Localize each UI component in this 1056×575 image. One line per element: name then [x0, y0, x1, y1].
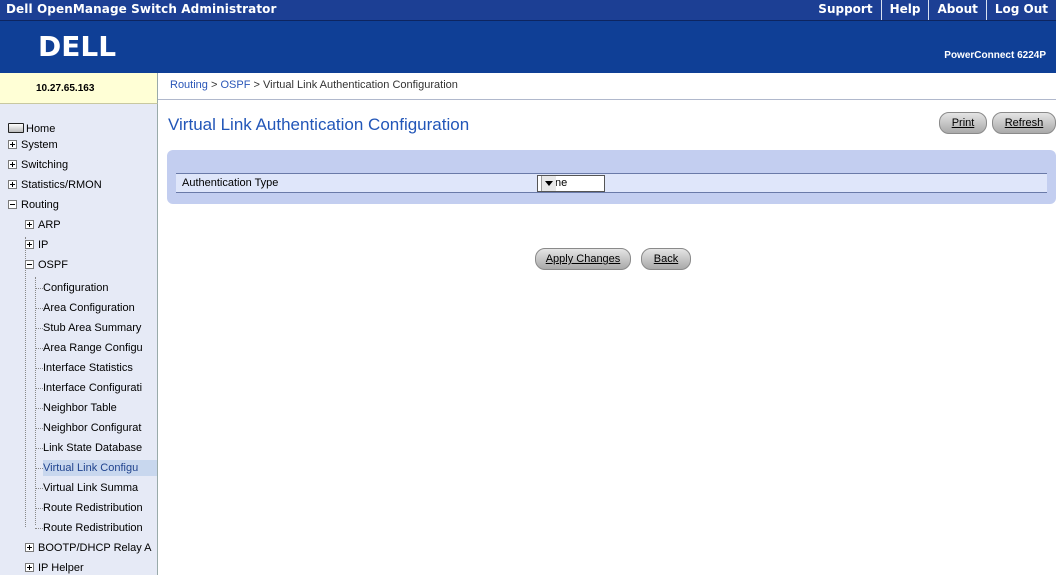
- sidebar-item-route-redistribution-2[interactable]: Route Redistribution: [43, 520, 143, 536]
- logout-link[interactable]: Log Out: [985, 0, 1056, 20]
- sidebar-item-virtual-link-configuration[interactable]: Virtual Link Configu: [43, 460, 157, 476]
- breadcrumb-routing[interactable]: Routing: [170, 79, 208, 91]
- sidebar-item-label: Switching: [21, 159, 69, 171]
- sidebar-item-label: ARP: [38, 219, 61, 231]
- sidebar-item-interface-statistics[interactable]: Interface Statistics: [43, 360, 133, 376]
- ip-address-box: 10.27.65.163: [0, 73, 158, 104]
- dell-logo: DELL: [38, 30, 116, 63]
- sidebar-item-route-redistribution[interactable]: Route Redistribution: [43, 500, 143, 516]
- breadcrumb-separator: >: [253, 79, 260, 91]
- sidebar-item-label: IP: [38, 239, 49, 251]
- sidebar-item-area-range-configuration[interactable]: Area Range Configu: [43, 340, 143, 356]
- sidebar-item-statistics[interactable]: Statistics/RMON: [8, 177, 102, 193]
- dell-logo-text: DELL: [38, 30, 116, 63]
- sidebar-item-arp[interactable]: ARP: [25, 217, 61, 233]
- sidebar-item-interface-configuration[interactable]: Interface Configurati: [43, 380, 142, 396]
- sidebar-item-label: System: [21, 139, 58, 151]
- print-button[interactable]: Print: [939, 112, 987, 134]
- sidebar-item-label: IP Helper: [38, 562, 84, 574]
- refresh-button[interactable]: Refresh: [992, 112, 1056, 134]
- sidebar-item-neighbor-table[interactable]: Neighbor Table: [43, 400, 117, 416]
- top-links: Support Help About Log Out: [810, 0, 1056, 20]
- sidebar-item-ip[interactable]: IP: [25, 237, 48, 253]
- back-button[interactable]: Back: [641, 248, 691, 270]
- expand-icon[interactable]: [25, 239, 34, 249]
- collapse-icon[interactable]: [8, 199, 17, 209]
- brand-bar: DELL PowerConnect 6224P: [0, 21, 1056, 73]
- sidebar-item-routing[interactable]: Routing: [8, 197, 59, 213]
- breadcrumb-separator: >: [210, 79, 218, 91]
- collapse-icon[interactable]: [25, 259, 34, 269]
- ip-address: 10.27.65.163: [36, 83, 95, 94]
- product-name: PowerConnect 6224P: [944, 50, 1046, 61]
- dropdown-arrow-icon[interactable]: [541, 176, 556, 191]
- sidebar-item-ospf[interactable]: OSPF: [25, 257, 68, 273]
- about-link[interactable]: About: [928, 0, 985, 20]
- sidebar-item-label: OSPF: [38, 259, 68, 271]
- expand-icon[interactable]: [8, 159, 17, 169]
- home-drive-icon: [8, 123, 24, 134]
- sidebar-item-ospf-configuration[interactable]: Configuration: [43, 280, 108, 296]
- top-bar: Dell OpenManage Switch Administrator Sup…: [0, 0, 1056, 21]
- main-content: Virtual Link Authentication Configuratio…: [158, 100, 1056, 575]
- breadcrumb-ospf[interactable]: OSPF: [220, 79, 250, 91]
- sidebar-item-virtual-link-summary[interactable]: Virtual Link Summa: [43, 480, 138, 496]
- sidebar-item-system[interactable]: System: [8, 137, 58, 153]
- sidebar-item-home[interactable]: Home: [8, 121, 55, 137]
- breadcrumb-current: Virtual Link Authentication Configuratio…: [263, 79, 458, 91]
- support-link[interactable]: Support: [810, 0, 880, 20]
- sidebar-item-area-configuration[interactable]: Area Configuration: [43, 300, 135, 316]
- sidebar-item-label: Home: [26, 123, 56, 135]
- settings-panel: Authentication Type None: [167, 150, 1056, 204]
- sidebar-item-label: BOOTP/DHCP Relay A: [38, 542, 152, 554]
- sidebar-item-neighbor-configuration[interactable]: Neighbor Configurat: [43, 420, 141, 436]
- help-link[interactable]: Help: [880, 0, 929, 20]
- sidebar-item-switching[interactable]: Switching: [8, 157, 68, 173]
- expand-icon[interactable]: [8, 139, 17, 149]
- sidebar-item-label: Routing: [21, 199, 59, 211]
- sidebar-item-ip-helper[interactable]: IP Helper: [25, 560, 84, 575]
- expand-icon[interactable]: [25, 219, 34, 229]
- sidebar-item-link-state-database[interactable]: Link State Database: [43, 440, 142, 456]
- authentication-type-row: Authentication Type None: [176, 173, 1047, 193]
- expand-icon[interactable]: [25, 542, 34, 552]
- authentication-type-label: Authentication Type: [182, 177, 279, 189]
- sidebar-item-label: Statistics/RMON: [21, 179, 102, 191]
- page-title: Virtual Link Authentication Configuratio…: [168, 115, 470, 134]
- app-title: Dell OpenManage Switch Administrator: [6, 2, 277, 16]
- sidebar-item-stub-area-summary[interactable]: Stub Area Summary: [43, 320, 141, 336]
- sidebar: Home System Switching Statistics/RMON Ro…: [0, 104, 158, 575]
- sidebar-item-bootp-dhcp-relay[interactable]: BOOTP/DHCP Relay A: [25, 540, 152, 556]
- breadcrumb: Routing > OSPF > Virtual Link Authentica…: [158, 73, 1056, 100]
- apply-changes-button[interactable]: Apply Changes: [535, 248, 631, 270]
- authentication-type-select[interactable]: None: [537, 175, 605, 192]
- expand-icon[interactable]: [25, 562, 34, 572]
- expand-icon[interactable]: [8, 179, 17, 189]
